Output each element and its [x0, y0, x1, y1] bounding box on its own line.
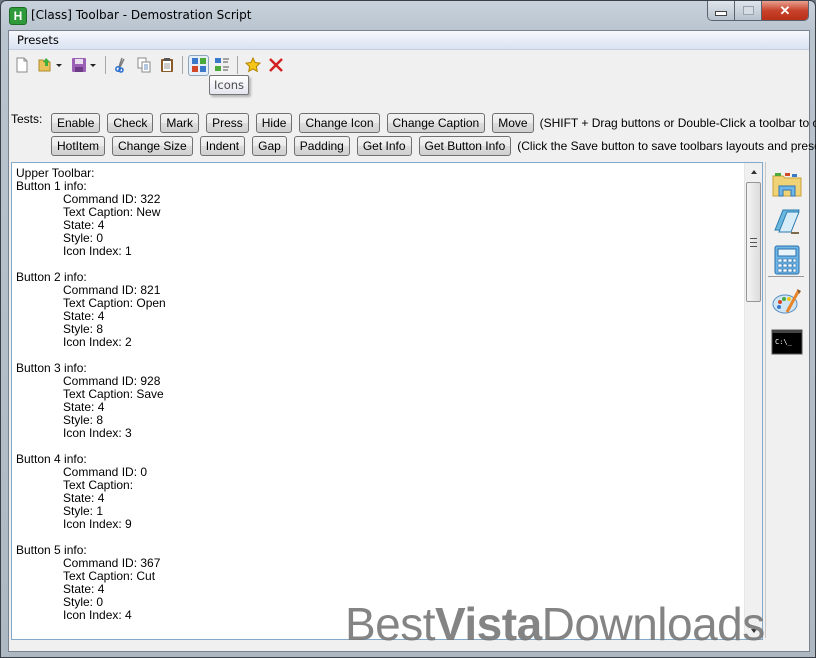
favorite-button[interactable]: [243, 55, 263, 75]
copy-icon: [137, 57, 151, 73]
menu-presets[interactable]: Presets: [16, 31, 60, 49]
side-toolbar-separator: [768, 276, 804, 277]
padding-button[interactable]: Padding: [293, 136, 350, 156]
scroll-thumb[interactable]: [746, 182, 761, 302]
app-window: H [Class] Toolbar - Demostration Script …: [0, 0, 816, 658]
paste-button[interactable]: [157, 55, 177, 75]
icon-index: Icon Index: 9: [63, 517, 132, 531]
check-button[interactable]: Check: [107, 113, 154, 133]
icon-index: Icon Index: 1: [63, 244, 132, 258]
icons-button[interactable]: [188, 54, 209, 76]
window-title: [Class] Toolbar - Demostration Script: [31, 8, 252, 22]
maximize-button[interactable]: [735, 1, 762, 20]
hotitem-button[interactable]: HotItem: [51, 136, 106, 156]
scissors-icon: [115, 57, 125, 73]
tests-row-1: Enable Check Mark Press Hide Change Icon…: [51, 113, 816, 133]
tests-label: Tests:: [11, 112, 43, 126]
icon-index: Icon Index: 2: [63, 335, 132, 349]
tests-row-2: HotItem Change Size Indent Gap Padding G…: [51, 136, 816, 156]
side-toolbar: C:\_: [765, 162, 806, 638]
star-icon: [245, 57, 261, 73]
icon-index: Icon Index: 3: [63, 426, 132, 440]
tooltip: Icons: [209, 75, 250, 95]
calculator-icon: [774, 245, 800, 275]
cut-button[interactable]: [111, 55, 131, 75]
toolbar-separator: [182, 56, 183, 74]
toolbar-separator: [105, 56, 106, 74]
clipboard-icon: [161, 58, 173, 72]
watermark-part2: Vista: [435, 598, 542, 650]
get-button-info-button[interactable]: Get Button Info: [418, 136, 512, 156]
watermark-part1: Best: [345, 598, 436, 650]
upper-toolbar: [12, 53, 289, 77]
icons-view-icon: [191, 58, 206, 72]
change-caption-button[interactable]: Change Caption: [386, 113, 486, 133]
open-button[interactable]: [35, 55, 55, 75]
press-button[interactable]: Press: [206, 113, 249, 133]
close-icon: ✕: [779, 2, 791, 18]
enable-button[interactable]: Enable: [51, 113, 101, 133]
watermark-part3: Downloads: [541, 598, 766, 650]
svg-text:C:\_: C:\_: [775, 338, 793, 346]
command-prompt-icon: C:\_: [771, 329, 803, 355]
save-dropdown[interactable]: [89, 55, 97, 75]
calculator-button[interactable]: [771, 244, 803, 276]
watermark: BestVistaDownloads: [345, 597, 765, 651]
explorer-button[interactable]: [771, 168, 803, 200]
menu-bar: Presets: [9, 31, 809, 50]
copy-button[interactable]: [134, 55, 154, 75]
customize-hint: (SHIFT + Drag buttons or Double-Click a …: [539, 116, 816, 130]
icon-index: Icon Index: 4: [63, 608, 132, 622]
scroll-up-arrow-icon[interactable]: [745, 163, 762, 180]
save-button[interactable]: [69, 55, 89, 75]
caption-buttons: ✕: [707, 1, 809, 21]
new-button[interactable]: [12, 55, 32, 75]
save-hint: (Click the Save button to save toolbars …: [517, 139, 816, 153]
explorer-folder-icon: [772, 173, 802, 197]
grip-icon: [750, 238, 757, 247]
client-area: Presets Icons Tests: Enable Check Mark P…: [8, 30, 816, 652]
new-document-icon: [16, 57, 28, 73]
gap-button[interactable]: Gap: [252, 136, 287, 156]
title-bar[interactable]: H [Class] Toolbar - Demostration Script …: [1, 1, 815, 31]
get-info-button[interactable]: Get Info: [356, 136, 412, 156]
notepad-button[interactable]: [771, 206, 803, 238]
hide-button[interactable]: Hide: [255, 113, 293, 133]
move-button[interactable]: Move: [492, 113, 534, 133]
red-x-icon: [269, 58, 283, 72]
floppy-save-icon: [72, 58, 86, 72]
output-textbox[interactable]: Upper Toolbar: Button 1 info: Command ID…: [11, 162, 763, 640]
open-folder-icon: [38, 58, 51, 72]
delete-button[interactable]: [266, 55, 286, 75]
minimize-button[interactable]: [708, 1, 735, 20]
close-button[interactable]: ✕: [762, 1, 808, 20]
output-text: Upper Toolbar: Button 1 info: Command ID…: [16, 167, 166, 622]
indent-button[interactable]: Indent: [199, 136, 246, 156]
change-icon-button[interactable]: Change Icon: [299, 113, 380, 133]
command-prompt-button[interactable]: C:\_: [771, 326, 803, 358]
open-dropdown[interactable]: [55, 55, 63, 75]
minimize-icon: [715, 10, 727, 16]
vertical-scrollbar[interactable]: [744, 163, 762, 639]
maximize-icon: [742, 6, 754, 15]
toolbar-separator: [237, 56, 238, 74]
app-icon[interactable]: H: [9, 7, 27, 25]
change-size-button[interactable]: Change Size: [112, 136, 193, 156]
notepad-icon: [774, 209, 800, 234]
list-view-icon: [215, 58, 229, 71]
paint-palette-icon: [772, 289, 801, 314]
paint-button[interactable]: [771, 286, 803, 318]
mark-button[interactable]: Mark: [160, 113, 200, 133]
list-button[interactable]: [212, 55, 232, 75]
